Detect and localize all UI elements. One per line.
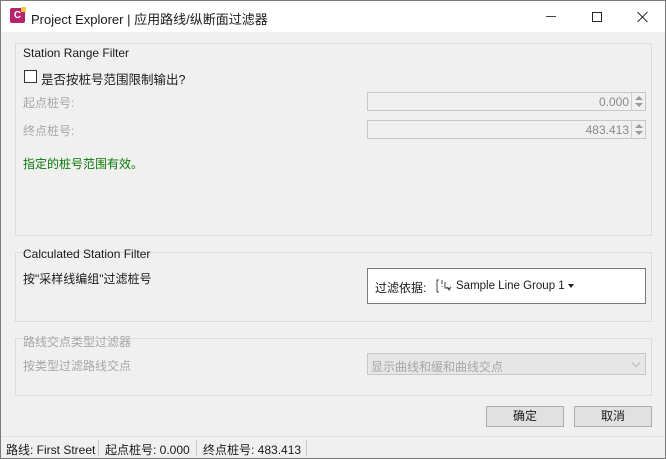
pi-type-selected-value: 显示曲线和缓和曲线交点: [371, 360, 504, 374]
sample-line-group-icon: [436, 279, 452, 293]
status-start-station: 起点桩号: 0.000: [105, 443, 190, 457]
start-station-value: 0.000: [598, 95, 629, 109]
status-divider: [196, 440, 197, 456]
maximize-icon: [592, 11, 602, 22]
spin-down-icon[interactable]: [635, 103, 643, 107]
end-station-input[interactable]: 483.413: [367, 120, 646, 139]
start-station-input[interactable]: 0.000: [367, 92, 646, 111]
title-bar[interactable]: C Project Explorer | 应用路线/纵断面过滤器: [1, 1, 665, 32]
status-divider: [98, 440, 99, 456]
close-icon: [637, 11, 649, 23]
start-station-spinner[interactable]: [631, 93, 645, 110]
end-station-label: 终点桩号:: [23, 124, 75, 138]
filter-by-dropdown[interactable]: 过滤依据: Sample Line Group 1: [367, 268, 646, 304]
station-range-group-title: Station Range Filter: [23, 46, 130, 60]
station-range-valid-message: 指定的桩号范围有效。: [23, 157, 144, 171]
end-station-value: 483.413: [585, 123, 629, 137]
start-station-label: 起点桩号:: [23, 96, 75, 110]
limit-station-checkbox-label[interactable]: 是否按桩号范围限制输出?: [41, 69, 185, 88]
chevron-down-icon: [631, 358, 641, 368]
calculated-filter-description: 按"采样线编组"过滤桩号: [23, 272, 152, 286]
filter-by-label: 过滤依据:: [375, 281, 427, 295]
status-end-station: 终点桩号: 483.413: [203, 443, 302, 457]
filter-by-value: Sample Line Group 1: [456, 280, 565, 292]
ok-button[interactable]: 确定: [486, 406, 564, 427]
window-title: Project Explorer | 应用路线/纵断面过滤器: [31, 12, 268, 27]
calculated-filter-group-title: Calculated Station Filter: [23, 247, 151, 261]
pi-filter-group-title: 路线交点类型过滤器: [23, 335, 132, 349]
dialog-window: C Project Explorer | 应用路线/纵断面过滤器 Station…: [0, 0, 666, 459]
cancel-button[interactable]: 取消: [574, 406, 652, 427]
minimize-button[interactable]: [528, 1, 574, 32]
dropdown-caret-icon[interactable]: [568, 284, 574, 288]
status-route: 路线: First Street: [6, 443, 96, 457]
pi-type-select[interactable]: 显示曲线和缓和曲线交点: [367, 353, 646, 375]
end-station-spinner[interactable]: [631, 121, 645, 138]
spin-down-icon[interactable]: [635, 131, 643, 135]
spin-up-icon[interactable]: [635, 96, 643, 100]
close-button[interactable]: [620, 1, 666, 32]
minimize-icon: [546, 16, 556, 17]
civil3d-app-icon: C: [10, 7, 26, 23]
maximize-button[interactable]: [574, 1, 620, 32]
status-bar: 路线: First Street 起点桩号: 0.000 终点桩号: 483.4…: [1, 436, 665, 458]
pi-filter-description: 按类型过滤路线交点: [23, 359, 132, 373]
spin-up-icon[interactable]: [635, 124, 643, 128]
status-divider: [306, 440, 307, 456]
limit-station-checkbox[interactable]: [24, 70, 37, 83]
